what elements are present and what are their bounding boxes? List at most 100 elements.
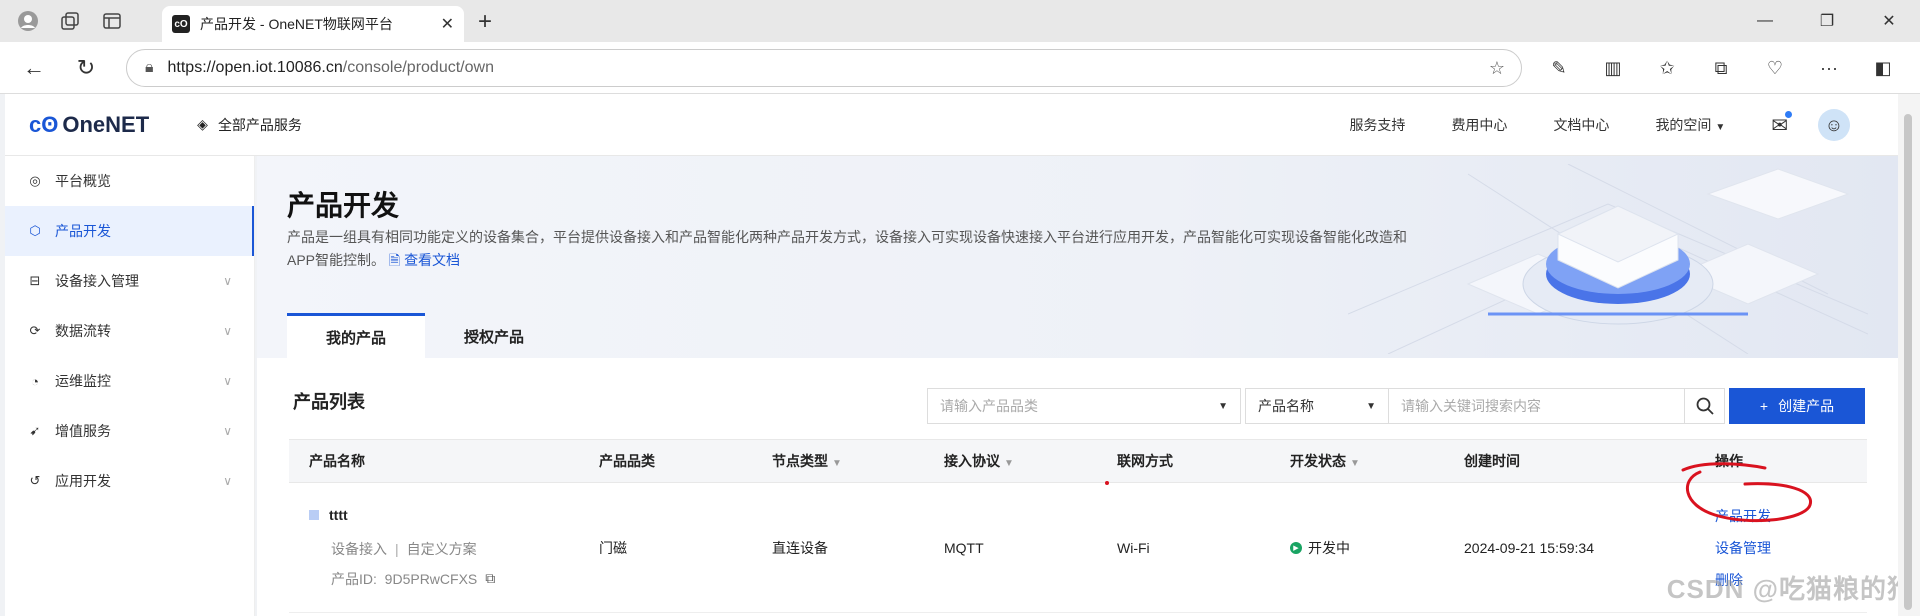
- monitor-icon: ◔: [31, 373, 39, 389]
- onenet-favicon: cO: [172, 15, 190, 33]
- sidebar-item-overview[interactable]: ◎ 平台概览: [5, 156, 254, 206]
- product-icon: [309, 509, 319, 520]
- sidebar-item-monitor[interactable]: ◔ 运维监控 ∨: [5, 356, 254, 406]
- minimize-icon[interactable]: —: [1734, 0, 1796, 42]
- nav-docs[interactable]: 文档中心: [1553, 115, 1609, 135]
- filter-icon[interactable]: ▼: [1350, 458, 1360, 469]
- url-input[interactable]: 🔒︎ https://open.iot.10086.cn/console/pro…: [126, 49, 1522, 87]
- product-id: 产品ID: 9D5PRwCFXS ⧉: [331, 569, 599, 589]
- sidebar-item-label: 应用开发: [55, 473, 111, 489]
- tab-title: 产品开发 - OneNET物联网平台: [200, 16, 393, 32]
- device-manage-link[interactable]: 设备管理: [1715, 532, 1865, 564]
- col-created: 创建时间: [1464, 453, 1520, 469]
- nav-my-space-label: 我的空间: [1655, 117, 1712, 133]
- list-title: 产品列表: [293, 392, 365, 412]
- more-menu-icon[interactable]: ···: [1802, 58, 1856, 79]
- filter-icon[interactable]: ▼: [1004, 458, 1014, 469]
- network-cell: Wi-Fi: [1117, 539, 1150, 556]
- avatar[interactable]: ☺: [1818, 109, 1850, 141]
- sidebar-toggle-icon[interactable]: ◧: [1856, 58, 1910, 79]
- scrollbar-thumb[interactable]: [1904, 114, 1912, 610]
- search-field-select[interactable]: 产品名称 ▼: [1245, 388, 1389, 424]
- category-select[interactable]: 请输入产品品类 ▼: [927, 388, 1241, 424]
- search-icon[interactable]: [1685, 388, 1725, 424]
- page-scrollbar[interactable]: [1898, 94, 1920, 616]
- col-network: 联网方式: [1117, 453, 1173, 469]
- browser-tab-active[interactable]: cO 产品开发 - OneNET物联网平台 ✕: [162, 6, 464, 42]
- product-name[interactable]: tttt: [309, 507, 599, 523]
- product-id-value: 9D5PRwCFXS: [384, 570, 478, 587]
- sidebar-item-app-dev[interactable]: ↺ 应用开发 ∨: [5, 456, 254, 506]
- product-tabs: 我的产品 授权产品: [287, 313, 563, 359]
- split-screen-icon[interactable]: ▥: [1586, 58, 1640, 79]
- sidebar-item-label: 平台概览: [55, 173, 111, 189]
- plus-icon: +: [1759, 398, 1769, 414]
- nav-support[interactable]: 服务支持: [1349, 115, 1405, 135]
- filter-icon[interactable]: ▼: [832, 458, 842, 469]
- favorites-icon[interactable]: ✩: [1640, 58, 1694, 79]
- favorite-star-icon[interactable]: ☆: [1489, 58, 1505, 79]
- sidebar-item-value-added[interactable]: ➹ 增值服务 ∨: [5, 406, 254, 456]
- chevron-down-icon: ∨: [223, 374, 232, 388]
- category-placeholder: 请输入产品品类: [940, 398, 1038, 414]
- sidebar-item-label: 增值服务: [55, 423, 111, 439]
- browser-toolbar: ✎ ▥ ✩ ⧉ ♡ ··· ◧: [1532, 42, 1910, 94]
- window-controls: — ❐ ✕: [1734, 0, 1920, 42]
- view-docs-link[interactable]: 🗎︎ 查看文档: [389, 252, 460, 268]
- flow-icon: ⟳: [29, 323, 41, 338]
- nav-billing[interactable]: 费用中心: [1451, 115, 1507, 135]
- col-status[interactable]: 开发状态 ▼: [1290, 451, 1464, 471]
- main-content: 产品开发 产品是一组具有相同功能定义的设备集合，平台提供设备接入和产品智能化两种…: [257, 156, 1898, 616]
- header-nav: 服务支持 费用中心 文档中心 我的空间 ▼ ✉ ☺: [1349, 94, 1898, 156]
- product-id-label: 产品ID:: [331, 570, 377, 587]
- all-products-label: 全部产品服务: [217, 116, 302, 133]
- workspaces-icon[interactable]: [56, 7, 84, 35]
- new-tab-icon[interactable]: +: [478, 8, 492, 36]
- separator: |: [395, 540, 399, 557]
- chevron-down-icon: ∨: [223, 324, 232, 338]
- col-protocol[interactable]: 接入协议 ▼: [944, 451, 1117, 471]
- sidebar-item-data-flow[interactable]: ⟳ 数据流转 ∨: [5, 306, 254, 356]
- banner-illustration: [1348, 164, 1868, 354]
- close-tab-icon[interactable]: ✕: [441, 14, 454, 34]
- refresh-icon[interactable]: ↻: [68, 50, 104, 86]
- extensions-icon[interactable]: ✎: [1532, 58, 1586, 79]
- copy-icon[interactable]: ⧉: [485, 570, 495, 587]
- logo-text: OneNET: [62, 111, 150, 137]
- lock-icon[interactable]: 🔒︎: [145, 59, 154, 77]
- overview-icon: ◎: [29, 173, 41, 188]
- play-status-icon: ▶: [1290, 541, 1302, 554]
- create-product-button[interactable]: + 创建产品: [1729, 388, 1865, 424]
- chevron-down-icon: ∨: [223, 274, 232, 288]
- watermark: CSDN @吃猫粮的狗: [1666, 574, 1914, 604]
- product-name-text: tttt: [329, 506, 348, 523]
- col-status-label: 开发状态: [1290, 453, 1346, 469]
- sidebar-item-label: 产品开发: [55, 223, 111, 239]
- sidebar: ◎ 平台概览 ⬡ 产品开发 ⊟ 设备接入管理 ∨ ⟳ 数据流转 ∨ ◔ 运维监控…: [5, 156, 255, 616]
- restore-icon[interactable]: ❐: [1796, 0, 1858, 42]
- tab-actions-icon[interactable]: [98, 7, 126, 35]
- collections-icon[interactable]: ⧉: [1694, 58, 1748, 79]
- nav-my-space[interactable]: 我的空间 ▼: [1655, 115, 1725, 135]
- sidebar-item-label: 运维监控: [55, 373, 111, 389]
- col-node-type[interactable]: 节点类型 ▼: [772, 451, 944, 471]
- chevron-down-icon: ∨: [223, 474, 232, 488]
- table-header: 产品名称 产品品类 节点类型 ▼ 接入协议 ▼ 联网方式 开发状态 ▼ 创建时间 操作: [289, 439, 1867, 483]
- all-products-menu[interactable]: ◈ 全部产品服务: [197, 115, 302, 135]
- close-window-icon[interactable]: ✕: [1858, 0, 1920, 42]
- sidebar-item-product-dev[interactable]: ⬡ 产品开发: [5, 206, 254, 256]
- table-row: tttt 设备接入 | 自定义方案 产品ID: 9D5PRwCFXS ⧉ 门磁 直连设…: [289, 483, 1867, 613]
- mail-icon[interactable]: ✉: [1771, 110, 1792, 138]
- onenet-logo[interactable]: cʘ OneNET: [29, 112, 149, 138]
- tab-my-products[interactable]: 我的产品: [287, 313, 425, 359]
- sidebar-item-label: 设备接入管理: [55, 273, 139, 289]
- tab-authorized-products[interactable]: 授权产品: [425, 313, 563, 359]
- url-path: /console/product/own: [342, 59, 494, 76]
- back-icon[interactable]: ←: [16, 50, 52, 86]
- search-input[interactable]: 请输入关键词搜索内容: [1389, 388, 1685, 424]
- sidebar-item-device-access[interactable]: ⊟ 设备接入管理 ∨: [5, 256, 254, 306]
- filter-bar: 请输入产品品类 ▼ 产品名称 ▼ 请输入关键词搜索内容 + 创建产品: [927, 388, 1865, 424]
- browser-essentials-icon[interactable]: ♡: [1748, 58, 1802, 79]
- profile-icon[interactable]: [14, 7, 42, 35]
- product-dev-link[interactable]: 产品开发: [1715, 500, 1865, 532]
